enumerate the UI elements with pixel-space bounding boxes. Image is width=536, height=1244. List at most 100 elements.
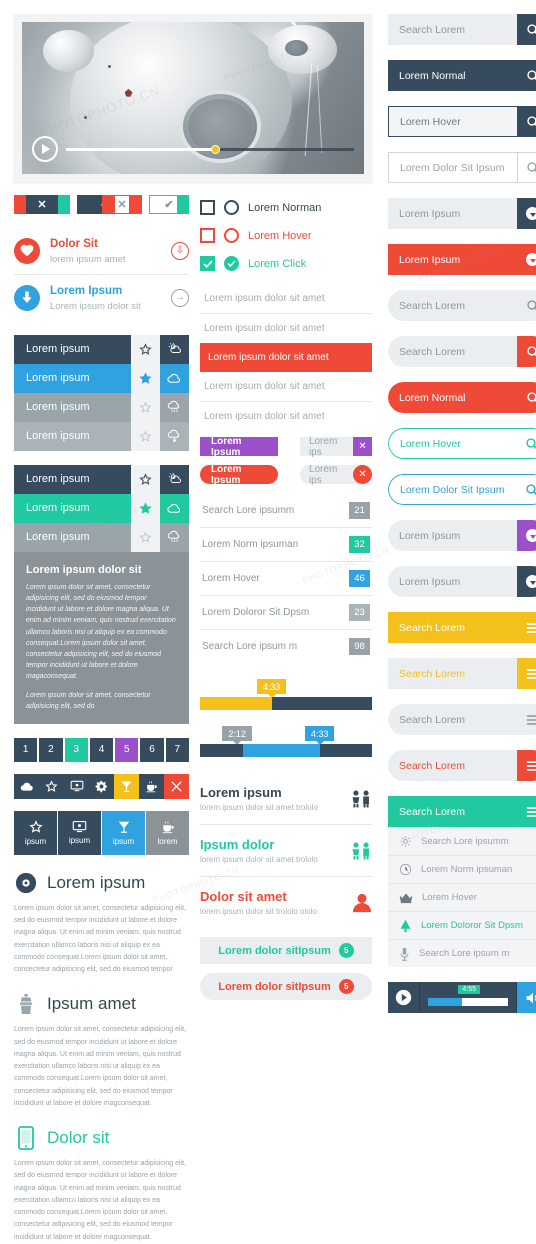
field-value[interactable]: Lorem Normal xyxy=(388,382,517,413)
menu-item[interactable]: Lorem ipsum dolor sit amet xyxy=(200,313,372,343)
dropdown-item-active[interactable]: Lorem Doloror Sit Dpsm xyxy=(388,911,536,939)
lorem-dolor-button-red[interactable]: Lorem dolor sitIpsum 5 xyxy=(200,973,372,1000)
people-row[interactable]: Lorem ipsum lorem ipsum dolor sit amet t… xyxy=(200,773,372,824)
menu-icon[interactable] xyxy=(517,658,536,689)
field-value[interactable]: Lorem Ipsum xyxy=(388,198,517,229)
media-player-bar[interactable]: 4:55 xyxy=(388,982,536,1013)
menu-item-active[interactable]: Lorem ipsum dolor sit amet xyxy=(200,343,372,372)
lorem-dolor-button-teal[interactable]: Lorem dolor sitIpsum 5 xyxy=(200,937,372,964)
star-icon[interactable] xyxy=(131,392,160,422)
menu-icon[interactable] xyxy=(517,612,536,643)
page-6[interactable]: 6 xyxy=(140,737,164,762)
chevron-down-icon[interactable] xyxy=(517,520,536,551)
search-lorem-rounded-red[interactable]: Search Lorem xyxy=(388,336,536,367)
search-icon[interactable] xyxy=(517,60,536,91)
choice-row-normal[interactable]: Lorem Norman xyxy=(200,200,372,215)
cutlery-icon[interactable] xyxy=(164,773,189,799)
download-circle-icon[interactable]: ⇩ xyxy=(171,241,189,260)
tag-input-red[interactable]: Lorem ips ✕ xyxy=(299,464,372,486)
player-track[interactable] xyxy=(428,998,508,1006)
menu-icon[interactable] xyxy=(517,750,536,781)
tag-label[interactable]: Lorem Ipsum xyxy=(200,464,278,486)
tab-monitor[interactable]: ipsum xyxy=(58,810,101,855)
coffee-icon[interactable] xyxy=(139,773,164,799)
people-row[interactable]: Dolor sit amet lorem ipsum dolor sit tro… xyxy=(200,876,372,928)
lorem-ipsum-purple-dropdown[interactable]: Lorem Ipsum xyxy=(388,520,536,551)
search-lorem-gray[interactable]: Search Lorem xyxy=(388,14,536,45)
star-icon[interactable] xyxy=(131,421,160,451)
radio-normal[interactable] xyxy=(224,200,239,215)
tag-input-purple[interactable]: Lorem ips ✕ xyxy=(299,436,372,458)
choice-row-click[interactable]: Lorem Click xyxy=(200,256,372,271)
search-icon[interactable] xyxy=(517,106,536,137)
dropdown-item[interactable]: Search Lore ipsum m xyxy=(388,939,536,967)
monitor-icon[interactable] xyxy=(64,773,89,799)
field-value[interactable]: Lorem Dolor Sit Ipsum xyxy=(388,474,517,505)
badge-row[interactable]: Lorem Doloror Sit Dpsm 23 xyxy=(200,595,372,629)
page-1[interactable]: 1 xyxy=(14,737,38,762)
chevron-down-icon[interactable] xyxy=(517,198,536,229)
list-item[interactable]: Lorem ipsum xyxy=(14,363,189,393)
tab-star[interactable]: ipsum xyxy=(14,810,57,855)
close-icon[interactable]: ✕ xyxy=(353,437,372,456)
slider-yellow[interactable]: 4:33 xyxy=(200,679,372,710)
cloud-icon[interactable] xyxy=(14,773,39,799)
list-item[interactable]: Lorem ipsum xyxy=(14,421,189,451)
field-value[interactable]: Search Lorem xyxy=(388,290,517,321)
field-value[interactable]: Lorem Hover xyxy=(388,428,517,459)
field-value[interactable]: Search Lorem xyxy=(388,750,517,781)
lorem-dolor-sit-ipsum-field[interactable]: Lorem Dolor Sit Ipsum xyxy=(388,152,536,183)
star-icon[interactable] xyxy=(131,363,160,393)
badge-row[interactable]: Search Lore ipsum m 98 xyxy=(200,629,372,663)
video-player[interactable] xyxy=(14,14,372,182)
player-progress-area[interactable]: 4:55 xyxy=(419,982,517,1013)
people-row[interactable]: Ipsum dolor lorem ipsum dolor sit amet t… xyxy=(200,824,372,876)
checkbox-checked[interactable] xyxy=(200,256,215,271)
search-icon[interactable] xyxy=(517,14,536,45)
video-play-button[interactable] xyxy=(32,136,58,162)
star-icon[interactable] xyxy=(131,493,160,523)
search-icon[interactable] xyxy=(517,152,536,183)
toggle-red-x[interactable]: ✕ xyxy=(14,195,70,214)
star-icon[interactable] xyxy=(131,334,160,364)
slider-track[interactable] xyxy=(200,744,372,757)
toggle-outline-check[interactable]: ✔ xyxy=(149,195,189,214)
search-lorem-rounded-ghost[interactable]: Search Lorem xyxy=(388,290,536,321)
volume-icon[interactable] xyxy=(517,982,536,1013)
list-item[interactable]: Lorem ipsum xyxy=(14,392,189,422)
close-icon[interactable]: ✕ xyxy=(353,465,372,484)
star-icon[interactable] xyxy=(131,464,160,494)
page-7[interactable]: 7 xyxy=(165,737,189,762)
chevron-down-icon[interactable] xyxy=(517,566,536,597)
field-value[interactable]: Search Lorem xyxy=(388,612,517,643)
menu-item[interactable]: Lorem ipsum dolor sit amet xyxy=(200,284,372,313)
radio-hover[interactable] xyxy=(224,228,239,243)
search-icon[interactable] xyxy=(517,382,536,413)
menu-item[interactable]: Lorem ipsum dolor sit amet xyxy=(200,372,372,401)
slider-blue[interactable]: 2:12 4:33 xyxy=(200,726,372,757)
page-4[interactable]: 4 xyxy=(89,737,114,762)
media-row[interactable]: Lorem Ipsum Lorem ipsum dolor sit → xyxy=(14,273,189,321)
toggle-outline-x[interactable]: ✕ xyxy=(102,195,142,214)
search-lorem-teal[interactable]: Search Lorem xyxy=(388,796,536,827)
video-progress-bar[interactable] xyxy=(66,145,354,154)
search-icon[interactable] xyxy=(517,336,536,367)
lorem-hover-field[interactable]: Lorem Hover xyxy=(388,106,536,137)
dropdown-item[interactable]: Lorem Hover xyxy=(388,883,536,911)
arrow-right-circle-icon[interactable]: → xyxy=(171,288,189,307)
star-icon[interactable] xyxy=(131,522,160,552)
page-3[interactable]: 3 xyxy=(64,737,88,762)
field-value[interactable]: Search Lorem xyxy=(388,658,517,689)
page-2[interactable]: 2 xyxy=(39,737,63,762)
field-value[interactable]: Lorem Hover xyxy=(388,106,517,137)
field-value[interactable]: Lorem Ipsum xyxy=(388,566,517,597)
lorem-normal-navy[interactable]: Lorem Normal xyxy=(388,60,536,91)
field-value[interactable]: Search Lorem xyxy=(388,14,517,45)
list-item[interactable]: Lorem ipsum xyxy=(14,464,189,494)
search-lorem-rounded-menu-gray[interactable]: Search Lorem xyxy=(388,704,536,735)
lorem-ipsum-dropdown-red[interactable]: Lorem Ipsum xyxy=(388,244,536,275)
list-item[interactable]: Lorem ipsum xyxy=(14,493,189,523)
lorem-ipsum-dropdown-gray[interactable]: Lorem Ipsum xyxy=(388,198,536,229)
tab-cocktail[interactable]: ipsum xyxy=(102,810,145,855)
star-icon[interactable] xyxy=(39,773,64,799)
